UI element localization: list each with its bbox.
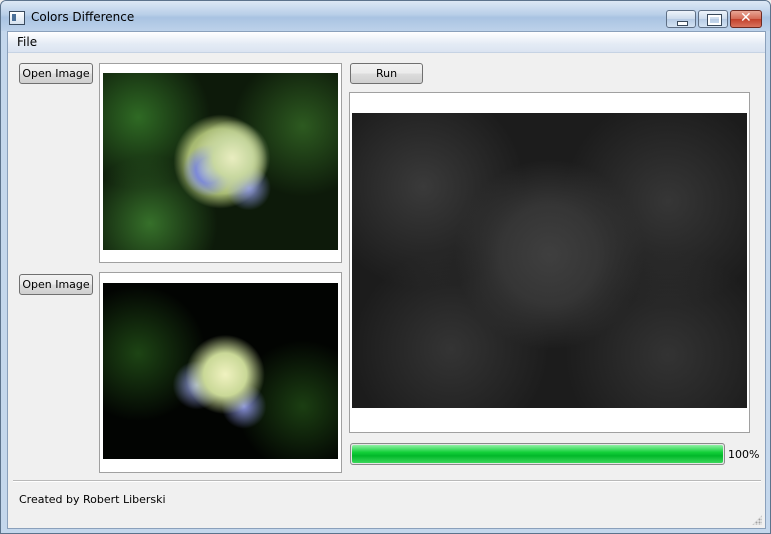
resize-grip-icon[interactable] xyxy=(752,515,762,525)
client-area: File Open Image Open Image Run 100% Crea… xyxy=(7,31,766,529)
menu-file[interactable]: File xyxy=(17,35,37,49)
app-icon[interactable] xyxy=(9,11,25,25)
title-bar[interactable]: Colors Difference xyxy=(1,1,770,31)
open-image-button-1[interactable]: Open Image xyxy=(19,63,93,84)
run-button[interactable]: Run xyxy=(350,63,423,84)
image-preview-1 xyxy=(103,73,338,250)
close-icon[interactable] xyxy=(730,10,762,28)
progress-percent: 100% xyxy=(728,448,760,461)
maximize-icon[interactable] xyxy=(698,10,728,28)
open-image-button-2[interactable]: Open Image xyxy=(19,274,93,295)
progress-bar xyxy=(350,443,725,465)
app-window: Colors Difference File Open Image Open I… xyxy=(0,0,771,534)
minimize-icon[interactable] xyxy=(666,10,696,28)
footer-separator xyxy=(13,480,761,482)
menu-bar: File xyxy=(8,32,765,53)
window-title: Colors Difference xyxy=(31,10,135,24)
credit-label: Created by Robert Liberski xyxy=(19,493,166,506)
progress-fill xyxy=(352,445,723,463)
image-preview-2 xyxy=(103,283,338,459)
difference-image xyxy=(352,113,747,408)
